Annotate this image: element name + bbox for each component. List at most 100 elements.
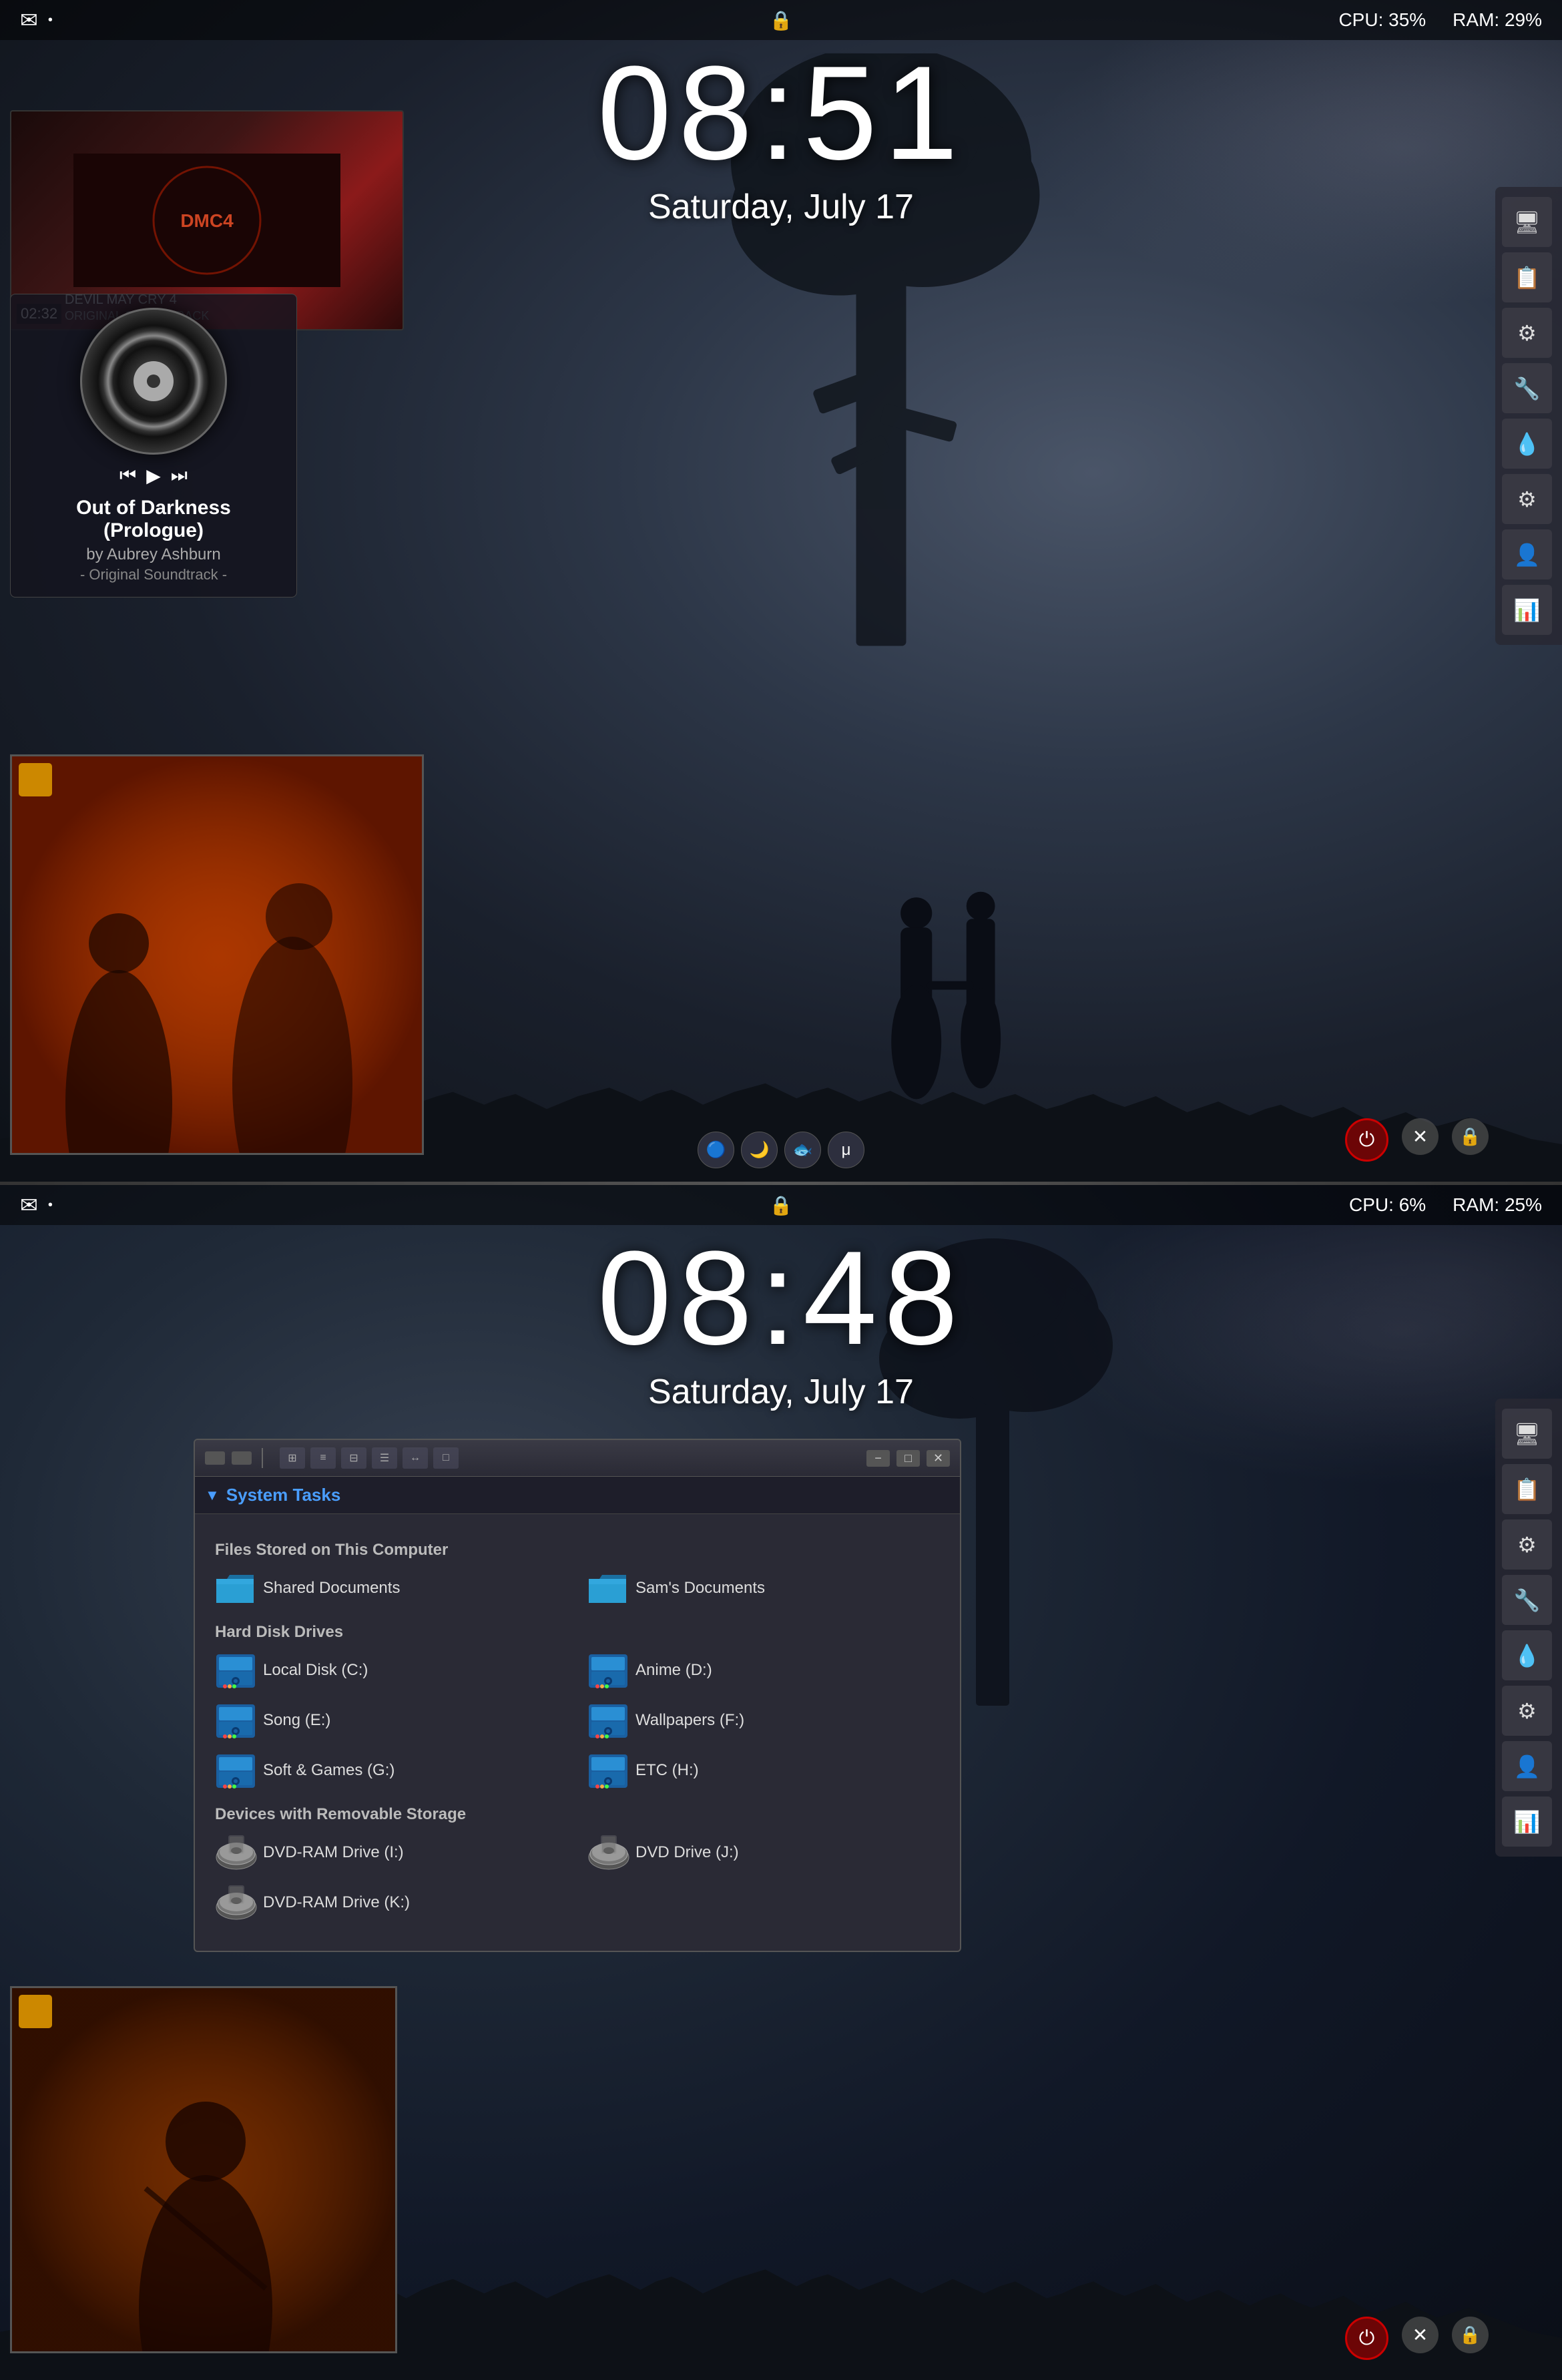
mail-icon-bottom[interactable]: ✉ xyxy=(20,1192,38,1218)
sidebar-icon-drop[interactable]: 💧 xyxy=(1502,419,1552,469)
disk-icon-c xyxy=(215,1652,255,1688)
time-display-top: 08:51 xyxy=(597,47,965,180)
sidebar-icon-clipboard[interactable]: 📋 xyxy=(1502,252,1552,302)
label-etc-h: ETC (H:) xyxy=(635,1761,699,1780)
clock-bottom: 08:48 Saturday, July 17 xyxy=(597,1232,965,1412)
sidebar-icon-monitor[interactable]: 🖥 xyxy=(1502,197,1552,247)
dock-icon-mu[interactable]: μ xyxy=(828,1132,864,1168)
status-bar-bottom: ✉ • 🔒 CPU: 6% RAM: 25% xyxy=(0,1185,1562,1225)
sidebar-icon-drop-b[interactable]: 💧 xyxy=(1502,1630,1552,1680)
folder-icon-shared xyxy=(215,1570,255,1606)
file-soft-games-g[interactable]: Soft & Games (G:) xyxy=(215,1752,567,1789)
lock-button-bottom[interactable]: 🔒 xyxy=(1452,2317,1489,2353)
file-song-e[interactable]: Song (E:) xyxy=(215,1702,567,1738)
mail-icon-top[interactable]: ✉ xyxy=(20,7,38,33)
dvd-svg-i xyxy=(215,1834,258,1871)
sidebar-icon-person[interactable]: 👤 xyxy=(1502,529,1552,579)
sidebar-icon-person-b[interactable]: 👤 xyxy=(1502,1741,1552,1791)
file-sams-documents[interactable]: Sam's Documents xyxy=(587,1570,940,1606)
clock-top: 08:51 Saturday, July 17 xyxy=(597,47,965,227)
vinyl-controls[interactable]: ⏮ ▶ ⏭ xyxy=(24,465,283,487)
dock-row-top: 🔵 🌙 🐟 μ xyxy=(698,1132,864,1168)
removable-grid: DVD-RAM Drive (I:) DVD Drive (J:) xyxy=(215,1834,940,1921)
system-info-bottom: CPU: 6% RAM: 25% xyxy=(1349,1194,1542,1216)
top-screen: ✉ • 🔒 CPU: 35% RAM: 29% 08:51 Saturday, … xyxy=(0,0,1562,1182)
disk-svg-g xyxy=(215,1752,256,1791)
tb-view-4[interactable]: ☰ xyxy=(372,1447,397,1469)
dock-icon-3[interactable]: 🐟 xyxy=(784,1132,821,1168)
label-shared-documents: Shared Documents xyxy=(263,1579,400,1598)
power-button-top[interactable]: ⏻ xyxy=(1345,1118,1388,1162)
subsection-hdd: Hard Disk Drives xyxy=(215,1623,940,1642)
files-grid: Shared Documents Sam's Documents xyxy=(215,1570,940,1606)
titlebar-btn-2[interactable] xyxy=(232,1451,252,1465)
disk-icon-d xyxy=(587,1652,627,1688)
file-etc-h[interactable]: ETC (H:) xyxy=(587,1752,940,1789)
dock-icon-1[interactable]: 🔵 xyxy=(698,1132,734,1168)
label-dvd-ram-k: DVD-RAM Drive (K:) xyxy=(263,1893,410,1912)
label-dvd-ram-i: DVD-RAM Drive (I:) xyxy=(263,1843,404,1862)
file-local-disk-c[interactable]: Local Disk (C:) xyxy=(215,1652,567,1688)
ram-label-top: RAM: 29% xyxy=(1453,9,1542,31)
tb-view-3[interactable]: ⊟ xyxy=(341,1447,366,1469)
sidebar-icon-wrench[interactable]: 🔧 xyxy=(1502,363,1552,413)
sidebar-icon-tools-b[interactable]: ⚙ xyxy=(1502,1519,1552,1570)
cpu-label-bottom: CPU: 6% xyxy=(1349,1194,1426,1216)
close-button-top[interactable]: ✕ xyxy=(1402,1118,1439,1155)
win-minimize[interactable]: − xyxy=(866,1450,890,1467)
vinyl-hole xyxy=(147,375,160,388)
figures-silhouette xyxy=(859,868,1059,1102)
file-dvd-ram-i[interactable]: DVD-RAM Drive (I:) xyxy=(215,1834,567,1871)
titlebar-btn-1[interactable] xyxy=(205,1451,225,1465)
sidebar-icon-tools[interactable]: ⚙ xyxy=(1502,308,1552,358)
dot-top: • xyxy=(48,13,53,28)
prev-button[interactable]: ⏮ xyxy=(119,465,136,487)
folder-svg-sams xyxy=(587,1570,627,1604)
sidebar-icon-chart-b[interactable]: 📊 xyxy=(1502,1797,1552,1847)
vinyl-disc xyxy=(80,308,227,455)
file-wallpapers-f[interactable]: Wallpapers (F:) xyxy=(587,1702,940,1738)
disk-svg-h xyxy=(587,1752,629,1791)
dvd-icon-i xyxy=(215,1834,255,1871)
track-album: - Original Soundtrack - xyxy=(24,566,283,583)
sidebar-icon-gear-b[interactable]: ⚙ xyxy=(1502,1686,1552,1736)
sidebar-icon-gear[interactable]: ⚙ xyxy=(1502,474,1552,524)
file-anime-d[interactable]: Anime (D:) xyxy=(587,1652,940,1688)
track-name: Out of Darkness (Prologue) xyxy=(24,497,283,542)
lock-button-top[interactable]: 🔒 xyxy=(1452,1118,1489,1155)
tb-nav-1[interactable]: ↔ xyxy=(403,1447,428,1469)
disk-icon-e xyxy=(215,1702,255,1738)
sidebar-icon-chart[interactable]: 📊 xyxy=(1502,585,1552,635)
win-close[interactable]: ✕ xyxy=(927,1450,950,1467)
file-shared-documents[interactable]: Shared Documents xyxy=(215,1570,567,1606)
media-art: DMC4 xyxy=(73,154,340,287)
vinyl-center xyxy=(134,361,174,401)
sidebar-icon-monitor-b[interactable]: 🖥 xyxy=(1502,1409,1552,1459)
tb-nav-2[interactable]: □ xyxy=(433,1447,459,1469)
section-header[interactable]: ▼ System Tasks xyxy=(195,1477,960,1514)
tb-view-1[interactable]: ⊞ xyxy=(280,1447,305,1469)
window-titlebar: ⊞ ≡ ⊟ ☰ ↔ □ − □ ✕ xyxy=(195,1440,960,1477)
window-controls: − □ ✕ xyxy=(866,1450,950,1467)
tb-view-2[interactable]: ≡ xyxy=(310,1447,336,1469)
file-browser-window: ⊞ ≡ ⊟ ☰ ↔ □ − □ ✕ ▼ System Tasks Files S… xyxy=(194,1439,961,1952)
close-button-bottom[interactable]: ✕ xyxy=(1402,2317,1439,2353)
dvd-svg-k xyxy=(215,1884,258,1921)
system-info-top: CPU: 35% RAM: 29% xyxy=(1338,9,1542,31)
file-dvd-ram-k[interactable]: DVD-RAM Drive (K:) xyxy=(215,1884,567,1921)
action-buttons-top: ⏻ ✕ 🔒 xyxy=(1345,1118,1489,1162)
play-button[interactable]: ▶ xyxy=(146,465,161,487)
ram-label-bottom: RAM: 25% xyxy=(1453,1194,1542,1216)
power-button-bottom[interactable]: ⏻ xyxy=(1345,2317,1388,2360)
dvd-icon-k xyxy=(215,1884,255,1921)
date-display-bottom: Saturday, July 17 xyxy=(597,1372,965,1412)
file-dvd-j[interactable]: DVD Drive (J:) xyxy=(587,1834,940,1871)
next-button[interactable]: ⏭ xyxy=(171,465,188,487)
win-maximize[interactable]: □ xyxy=(896,1450,920,1467)
sidebar-icon-wrench-b[interactable]: 🔧 xyxy=(1502,1575,1552,1625)
right-sidebar-top: 🖥 📋 ⚙ 🔧 💧 ⚙ 👤 📊 xyxy=(1495,187,1562,645)
sidebar-icon-clipboard-b[interactable]: 📋 xyxy=(1502,1464,1552,1514)
label-local-disk-c: Local Disk (C:) xyxy=(263,1661,368,1680)
disk-svg-e xyxy=(215,1702,256,1740)
dock-icon-2[interactable]: 🌙 xyxy=(741,1132,778,1168)
